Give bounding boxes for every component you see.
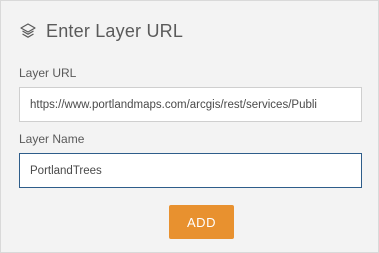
layer-url-label: Layer URL: [19, 66, 77, 80]
layer-url-input[interactable]: [19, 87, 362, 122]
layers-icon: [19, 22, 37, 40]
add-button[interactable]: ADD: [169, 205, 234, 239]
panel-title: Enter Layer URL: [46, 20, 184, 41]
layer-name-input[interactable]: [19, 153, 362, 188]
add-layer-panel: Enter Layer URL Layer URL Layer Name ADD: [0, 0, 379, 253]
layer-name-label: Layer Name: [19, 132, 85, 146]
panel-header: Enter Layer URL: [19, 18, 183, 44]
